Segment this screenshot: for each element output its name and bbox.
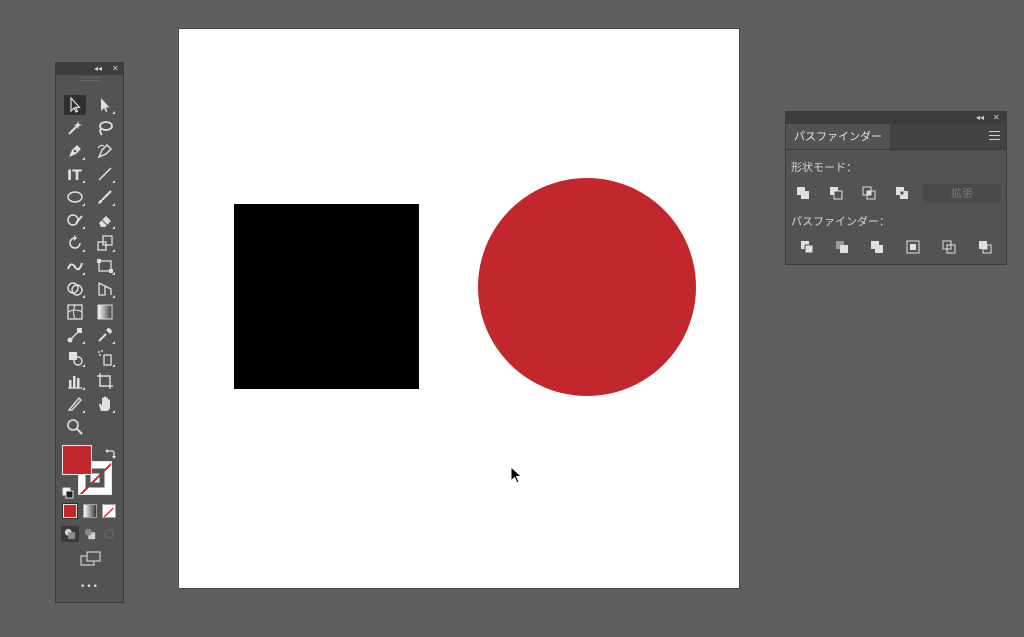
magnifier-icon	[67, 419, 83, 435]
merge-button[interactable]	[867, 238, 887, 256]
expand-button[interactable]: 拡張	[923, 184, 1001, 203]
curvature-tool[interactable]	[94, 141, 116, 161]
crop-icon	[906, 240, 920, 254]
screen-mode-button[interactable]	[80, 551, 102, 567]
mesh-tool[interactable]	[64, 302, 86, 322]
exclude-icon	[896, 187, 908, 199]
artboard[interactable]	[179, 29, 739, 588]
pen-tool[interactable]	[64, 141, 86, 161]
free-transform-tool[interactable]	[94, 256, 116, 276]
lasso-icon	[99, 121, 113, 136]
outline-icon	[942, 240, 956, 254]
black-square-shape[interactable]	[234, 204, 419, 389]
magic-wand-icon	[68, 121, 82, 135]
pathfinders-label: パスファインダー：	[791, 215, 890, 228]
pathfinder-panel-header: ◂◂ ✕	[786, 112, 1006, 124]
merge-icon	[871, 241, 883, 253]
pathfinder-close-button[interactable]: ✕	[993, 112, 1000, 124]
gradient-tool[interactable]	[94, 302, 116, 322]
mouse-cursor-icon	[510, 466, 523, 484]
minus-back-icon	[979, 241, 992, 254]
eraser-tool[interactable]	[94, 210, 116, 230]
tools-panel-header: ◂◂ ✕	[56, 63, 123, 75]
shape-builder-tool[interactable]	[64, 279, 86, 299]
panel-grip[interactable]	[56, 75, 123, 81]
swap-fill-stroke-icon[interactable]	[104, 445, 116, 459]
shaper-tool[interactable]	[64, 210, 86, 230]
zoom-tool[interactable]	[64, 417, 86, 437]
tools-panel: ◂◂ ✕ IT •••	[55, 62, 124, 603]
artboard-tool[interactable]	[94, 371, 116, 391]
close-panel-button[interactable]: ✕	[112, 63, 119, 75]
rotate-tool[interactable]	[64, 233, 86, 253]
unite-button[interactable]	[793, 184, 813, 202]
live-paint-bucket-tool[interactable]	[64, 348, 86, 368]
crop-button[interactable]	[903, 238, 923, 256]
hand-tool[interactable]	[94, 394, 116, 414]
perspective-grid-tool[interactable]	[94, 279, 116, 299]
minus-front-icon	[830, 187, 843, 200]
trim-button[interactable]	[832, 238, 852, 256]
minus-front-button[interactable]	[826, 184, 846, 202]
red-circle-shape[interactable]	[478, 178, 696, 396]
collapse-panel-button[interactable]: ◂◂	[94, 63, 102, 75]
panel-menu-icon[interactable]	[989, 131, 1000, 141]
draw-behind-button[interactable]	[81, 526, 99, 542]
color-mode-button[interactable]	[63, 504, 77, 518]
paintbrush-tool[interactable]	[94, 187, 116, 207]
exclude-button[interactable]	[892, 184, 912, 202]
none-mode-button[interactable]	[102, 504, 116, 518]
magic-wand-tool[interactable]	[64, 118, 86, 138]
edit-toolbar-button[interactable]: •••	[56, 582, 123, 592]
draw-inside-icon	[104, 529, 114, 539]
column-graph-tool[interactable]	[64, 371, 86, 391]
selection-arrow-icon	[70, 96, 81, 113]
draw-inside-button[interactable]	[100, 526, 118, 542]
curvature-pen-icon	[97, 143, 113, 159]
ellipse-tool[interactable]	[64, 187, 86, 207]
symbol-sprayer-tool[interactable]	[94, 348, 116, 368]
slice-tool[interactable]	[64, 394, 86, 414]
warp-tool[interactable]	[64, 256, 86, 276]
screen-mode-icon	[80, 551, 101, 566]
draw-behind-icon	[84, 528, 96, 540]
fill-swatch[interactable]	[62, 445, 92, 475]
shape-modes-label: 形状モード：	[791, 161, 857, 174]
gradient-mode-button[interactable]	[83, 504, 97, 518]
draw-normal-icon	[64, 528, 76, 540]
unite-icon	[797, 187, 809, 199]
selection-tool[interactable]	[64, 95, 86, 115]
scale-tool[interactable]	[94, 233, 116, 253]
trim-icon	[836, 241, 848, 253]
lasso-tool[interactable]	[94, 118, 116, 138]
blend-tool[interactable]	[64, 325, 86, 345]
pathfinder-panel: ◂◂ ✕ パスファインダー 形状モード： 拡張 パスファインダー：	[785, 111, 1007, 265]
pathfinder-collapse-button[interactable]: ◂◂	[976, 112, 984, 124]
svg-text:IT: IT	[67, 168, 82, 183]
eyedropper-tool[interactable]	[94, 325, 116, 345]
tab-pathfinder[interactable]: パスファインダー	[786, 124, 890, 149]
divide-icon	[801, 241, 814, 254]
line-segment-tool[interactable]	[94, 164, 116, 184]
type-tool[interactable]: IT	[64, 164, 86, 184]
draw-normal-button[interactable]	[61, 526, 79, 542]
mesh-icon	[67, 304, 83, 320]
direct-selection-tool[interactable]	[94, 95, 116, 115]
minus-back-button[interactable]	[975, 238, 995, 256]
artboard-icon	[97, 373, 113, 389]
gradient-icon	[97, 304, 113, 320]
divide-button[interactable]	[797, 238, 817, 256]
intersect-button[interactable]	[859, 184, 879, 202]
outline-button[interactable]	[939, 238, 959, 256]
pathfinder-tab-bar: パスファインダー	[786, 124, 1006, 150]
default-fill-stroke-icon[interactable]	[62, 484, 74, 499]
intersect-icon	[862, 186, 876, 200]
